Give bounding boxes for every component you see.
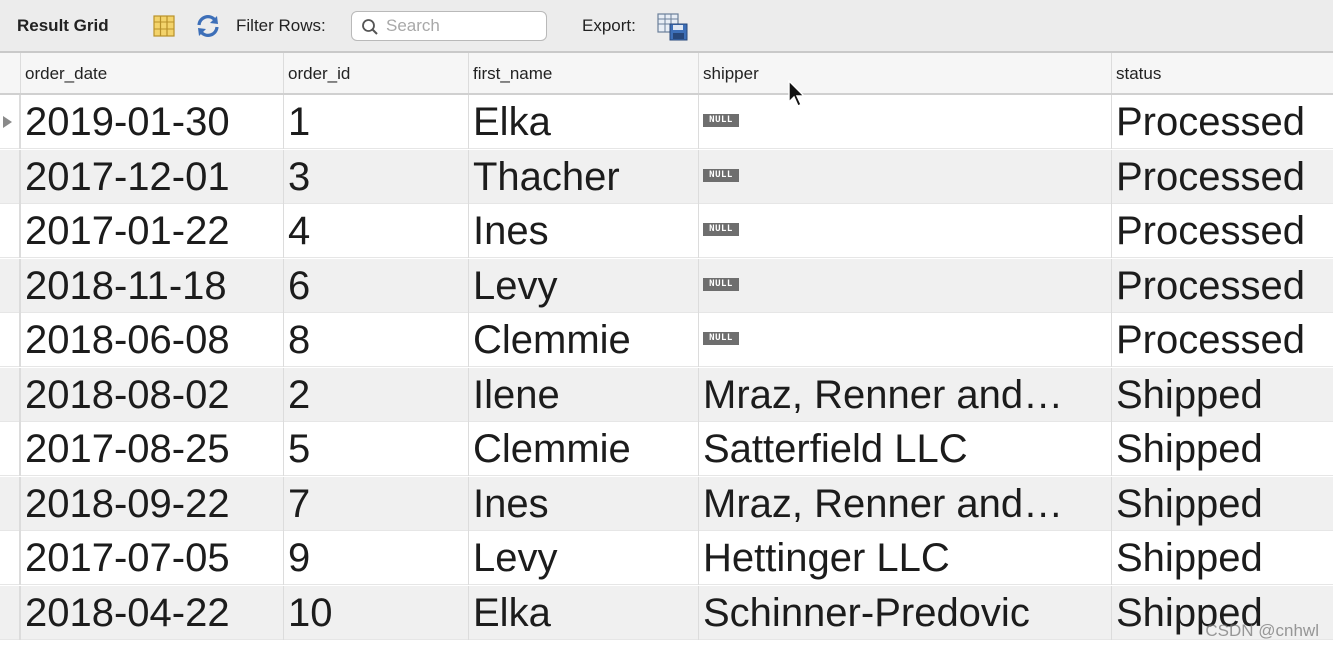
table-row[interactable]: 2018-04-22 10 Elka Schinner-Predovic Shipped [0,585,1333,640]
search-input[interactable] [386,15,536,37]
filter-rows-search[interactable] [351,11,547,41]
null-badge: NULL [703,332,739,345]
cell-shipper[interactable]: NULL [698,258,1111,313]
cell-status[interactable]: Shipped [1111,422,1329,476]
table-row[interactable]: 2017-12-01 3 Thacher NULL Processed [0,149,1333,204]
row-gutter[interactable] [0,204,20,258]
cell-first-name[interactable]: Clemmie [468,422,698,476]
table-row[interactable]: 2018-08-02 2 Ilene Mraz, Renner and… Shipped [0,367,1333,422]
column-header-status[interactable]: status [1111,53,1329,93]
cell-order-id[interactable]: 10 [283,585,468,640]
cell-order-date[interactable]: 2018-11-18 [20,258,283,313]
cell-order-date[interactable]: 2019-01-30 [20,95,283,149]
cell-order-date[interactable]: 2017-08-25 [20,422,283,476]
cell-shipper[interactable]: Schinner-Predovic [698,585,1111,640]
column-header-order-date[interactable]: order_date [20,53,283,93]
row-gutter[interactable] [0,367,20,422]
row-gutter[interactable] [0,531,20,585]
cell-shipper[interactable]: NULL [698,313,1111,367]
table-row[interactable]: 2018-06-08 8 Clemmie NULL Processed [0,313,1333,367]
cell-order-id[interactable]: 8 [283,313,468,367]
row-gutter[interactable] [0,422,20,476]
row-gutter[interactable] [0,149,20,204]
column-header-order-id[interactable]: order_id [283,53,468,93]
cell-first-name[interactable]: Ilene [468,367,698,422]
cell-first-name[interactable]: Ines [468,204,698,258]
cell-order-date[interactable]: 2018-04-22 [20,585,283,640]
cell-shipper[interactable]: NULL [698,95,1111,149]
cell-first-name[interactable]: Levy [468,258,698,313]
mouse-cursor-icon [788,80,806,107]
cell-order-id[interactable]: 4 [283,204,468,258]
cell-order-id[interactable]: 2 [283,367,468,422]
filter-rows-label: Filter Rows: [236,16,326,35]
cell-status[interactable]: Processed [1111,149,1329,204]
cell-order-date[interactable]: 2018-08-02 [20,367,283,422]
null-badge: NULL [703,223,739,236]
cell-first-name[interactable]: Levy [468,531,698,585]
refresh-icon[interactable] [195,13,219,39]
column-header-first-name[interactable]: first_name [468,53,698,93]
row-gutter[interactable] [0,313,20,367]
export-icon[interactable] [657,13,688,41]
cell-order-id[interactable]: 6 [283,258,468,313]
cell-first-name[interactable]: Ines [468,476,698,531]
watermark: CSDN @cnhwl [1205,621,1319,640]
cell-order-id[interactable]: 3 [283,149,468,204]
column-header-shipper[interactable]: shipper [698,53,1111,93]
table-row[interactable]: 2017-08-25 5 Clemmie Satterfield LLC Shipped [0,422,1333,476]
cell-order-id[interactable]: 1 [283,95,468,149]
grid-header: order_date order_id first_name shipper s… [0,53,1333,95]
table-row[interactable]: 2018-11-18 6 Levy NULL Processed [0,258,1333,313]
cell-order-date[interactable]: 2017-01-22 [20,204,283,258]
search-icon [362,19,378,35]
cell-status[interactable]: Shipped [1111,367,1329,422]
cell-status[interactable]: Processed [1111,313,1329,367]
table-row[interactable]: 2017-01-22 4 Ines NULL Processed [0,204,1333,258]
cell-order-date[interactable]: 2018-06-08 [20,313,283,367]
export-label: Export: [582,16,636,35]
result-grid-toolbar: Result Grid Filter Rows: Export: [0,0,1333,53]
cell-shipper[interactable]: NULL [698,149,1111,204]
cell-status[interactable]: Processed [1111,95,1329,149]
cell-status[interactable]: Shipped [1111,531,1329,585]
cell-first-name[interactable]: Thacher [468,149,698,204]
grid-columns-icon[interactable] [152,13,176,39]
cell-order-id[interactable]: 7 [283,476,468,531]
table-row[interactable]: 2019-01-30 1 Elka NULL Processed [0,95,1333,149]
cell-shipper[interactable]: Mraz, Renner and… [698,367,1111,422]
cell-order-id[interactable]: 5 [283,422,468,476]
current-row-arrow-icon [3,116,12,128]
row-gutter[interactable] [0,476,20,531]
result-grid-title: Result Grid [17,16,109,35]
row-gutter[interactable] [0,258,20,313]
cell-shipper[interactable]: Hettinger LLC [698,531,1111,585]
cell-shipper[interactable]: Mraz, Renner and… [698,476,1111,531]
table-row[interactable]: 2018-09-22 7 Ines Mraz, Renner and… Shipped [0,476,1333,531]
cell-status[interactable]: Processed [1111,204,1329,258]
cell-first-name[interactable]: Elka [468,585,698,640]
cell-order-date[interactable]: 2017-07-05 [20,531,283,585]
cell-first-name[interactable]: Clemmie [468,313,698,367]
cell-shipper[interactable]: NULL [698,204,1111,258]
row-gutter[interactable] [0,585,20,640]
cell-order-date[interactable]: 2017-12-01 [20,149,283,204]
null-badge: NULL [703,168,739,182]
cell-status[interactable]: Shipped [1111,476,1329,531]
cell-order-date[interactable]: 2018-09-22 [20,476,283,531]
cell-order-id[interactable]: 9 [283,531,468,585]
row-gutter[interactable] [0,95,20,149]
null-badge: NULL [703,114,739,127]
cell-shipper[interactable]: Satterfield LLC [698,422,1111,476]
result-grid: order_date order_id first_name shipper s… [0,53,1333,647]
cell-first-name[interactable]: Elka [468,95,698,149]
null-badge: NULL [703,277,739,291]
cell-status[interactable]: Processed [1111,258,1329,313]
table-row[interactable]: 2017-07-05 9 Levy Hettinger LLC Shipped [0,531,1333,585]
